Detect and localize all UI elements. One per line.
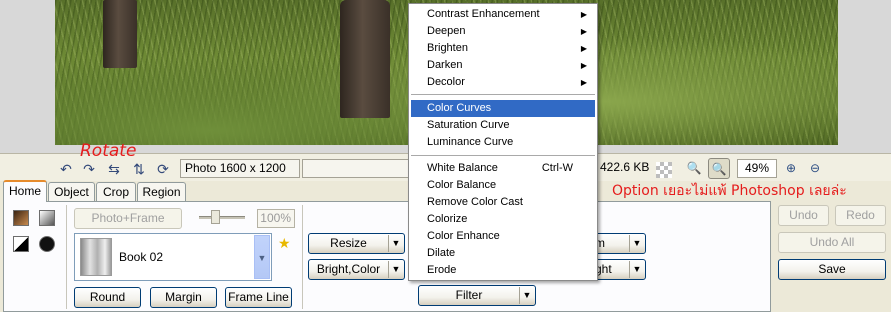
menu-item-label: Erode [427,264,457,276]
menu-item-label: Color Curves [427,102,492,114]
frame-opacity-value[interactable]: 100% [257,209,295,228]
filter-label: Filter [455,288,483,302]
photo-info: Photo 1600 x 1200 [180,159,300,178]
menu-item-white-balance[interactable]: White Balance Ctrl-W [411,160,595,177]
menu-item-label: Dilate [427,247,456,259]
menu-item-color-balance[interactable]: Color Balance [411,177,595,194]
menu-item-label: Decolor [427,76,465,88]
chevron-down-icon[interactable]: ▼ [519,287,534,304]
menu-item-label: Remove Color Cast [427,196,523,208]
frame-name: Book 02 [119,250,164,264]
file-size: 422.6 KB [600,160,650,174]
submenu-arrow-icon: ▶ [580,78,587,87]
resize-dropdown[interactable]: Resize ▼ [308,233,405,254]
frame-selector[interactable]: Book 02 ▼ [74,233,272,281]
tab-region[interactable]: Region [137,182,186,202]
menu-separator [411,94,595,96]
menu-item-erode[interactable]: Erode [411,262,595,279]
rotate-free-icon[interactable]: ⟳ [154,160,172,178]
submenu-arrow-icon: ▶ [580,44,587,53]
redo-button[interactable]: Redo [835,205,886,226]
menu-item-luminance-curve[interactable]: Luminance Curve [411,134,595,151]
undo-all-button[interactable]: Undo All [778,232,886,253]
submenu-arrow-icon: ▶ [580,10,587,19]
menu-item-label: Darken [427,59,463,71]
zoom-actual-icon[interactable]: 🔍 [708,158,730,179]
menu-item-label: Saturation Curve [427,119,510,131]
zoom-in-icon[interactable]: ⊕ [780,158,802,179]
frame-line-button[interactable]: Frame Line [225,287,292,308]
menu-item-dilate[interactable]: Dilate [411,245,595,262]
menu-item-colorize[interactable]: Colorize [411,211,595,228]
menu-item-label: Deepen [427,25,466,37]
margin-button[interactable]: Margin [150,287,217,308]
menu-separator [411,155,595,157]
zoom-value[interactable]: 49% [737,159,777,178]
menu-item-label: Luminance Curve [427,136,514,148]
partial-dropdown-2[interactable]: ght ▼ [594,259,646,280]
transparency-icon [656,162,672,178]
menu-item-darken[interactable]: Darken ▶ [411,57,595,74]
bright-color-label: Bright,Color [316,262,381,276]
menu-item-label: Color Balance [427,179,497,191]
chevron-down-icon[interactable]: ▼ [388,235,403,252]
flip-vertical-icon[interactable]: ⇅ [130,160,148,178]
submenu-arrow-icon: ▶ [580,61,587,70]
bright-color-menu: Contrast Enhancement ▶ Deepen ▶ Brighten ▶ … [408,3,598,281]
menu-item-saturation-curve[interactable]: Saturation Curve [411,117,595,134]
rotate-annotation: Rotate [80,141,137,161]
tree-trunk-left [103,0,137,68]
flip-horizontal-icon[interactable]: ⇆ [105,160,123,178]
redo-rotate-icon[interactable]: ↷ [80,160,98,178]
history-panel: Undo Redo Undo All Save [773,201,891,312]
partial-dropdown-1[interactable]: m ▼ [594,233,646,254]
menu-item-decolor[interactable]: Decolor ▶ [411,74,595,91]
menu-item-contrast-enhancement[interactable]: Contrast Enhancement ▶ [411,6,595,23]
status-empty [302,159,412,178]
tab-object[interactable]: Object [48,182,95,202]
menu-item-label: Brighten [427,42,468,54]
menu-item-label: Colorize [427,213,468,225]
menu-item-label: White Balance [427,162,498,174]
shape-gradient-brown-icon[interactable] [13,210,29,226]
submenu-arrow-icon: ▶ [580,27,587,36]
home-panel: Photo+Frame 100% Book 02 ▼ ★ Round Margi… [3,201,771,312]
tree-trunk-right [340,0,390,118]
round-button[interactable]: Round [74,287,141,308]
star-icon[interactable]: ★ [278,235,291,252]
save-button[interactable]: Save [778,259,886,280]
menu-item-label: Contrast Enhancement [427,8,540,20]
undo-rotate-icon[interactable]: ↶ [57,160,75,178]
zoom-out-icon[interactable]: ⊖ [804,158,826,179]
chevron-down-icon[interactable]: ▼ [254,235,270,279]
slider-thumb[interactable] [211,210,220,224]
filter-dropdown[interactable]: Filter ▼ [418,285,536,306]
undo-button[interactable]: Undo [778,205,829,226]
frame-thumbnail [80,238,112,276]
menu-item-label: Color Enhance [427,230,500,242]
menu-item-brighten[interactable]: Brighten ▶ [411,40,595,57]
photo-frame-button[interactable]: Photo+Frame [74,208,182,229]
zoom-fit-icon[interactable]: 🔍 [683,158,705,179]
menu-item-color-enhance[interactable]: Color Enhance [411,228,595,245]
tab-home[interactable]: Home [3,180,47,202]
resize-label: Resize [330,236,367,250]
tab-crop[interactable]: Crop [96,182,136,202]
chevron-down-icon[interactable]: ▼ [629,261,644,278]
divider [66,205,67,309]
option-annotation: Option เยอะไม่แพ้ Photoshop เลยล่ะ [612,183,847,199]
shape-gradient-gray-icon[interactable] [39,210,55,226]
menu-item-remove-color-cast[interactable]: Remove Color Cast [411,194,595,211]
chevron-down-icon[interactable]: ▼ [629,235,644,252]
shortcut-label: Ctrl-W [541,162,573,174]
divider [302,205,303,309]
frame-opacity-slider[interactable] [199,216,245,219]
bright-color-dropdown[interactable]: Bright,Color ▼ [308,259,405,280]
shape-circle-icon[interactable] [39,236,55,252]
menu-item-deepen[interactable]: Deepen ▶ [411,23,595,40]
chevron-down-icon[interactable]: ▼ [388,261,403,278]
menu-item-color-curves[interactable]: Color Curves [411,100,595,117]
shape-triangle-icon[interactable] [13,236,29,252]
